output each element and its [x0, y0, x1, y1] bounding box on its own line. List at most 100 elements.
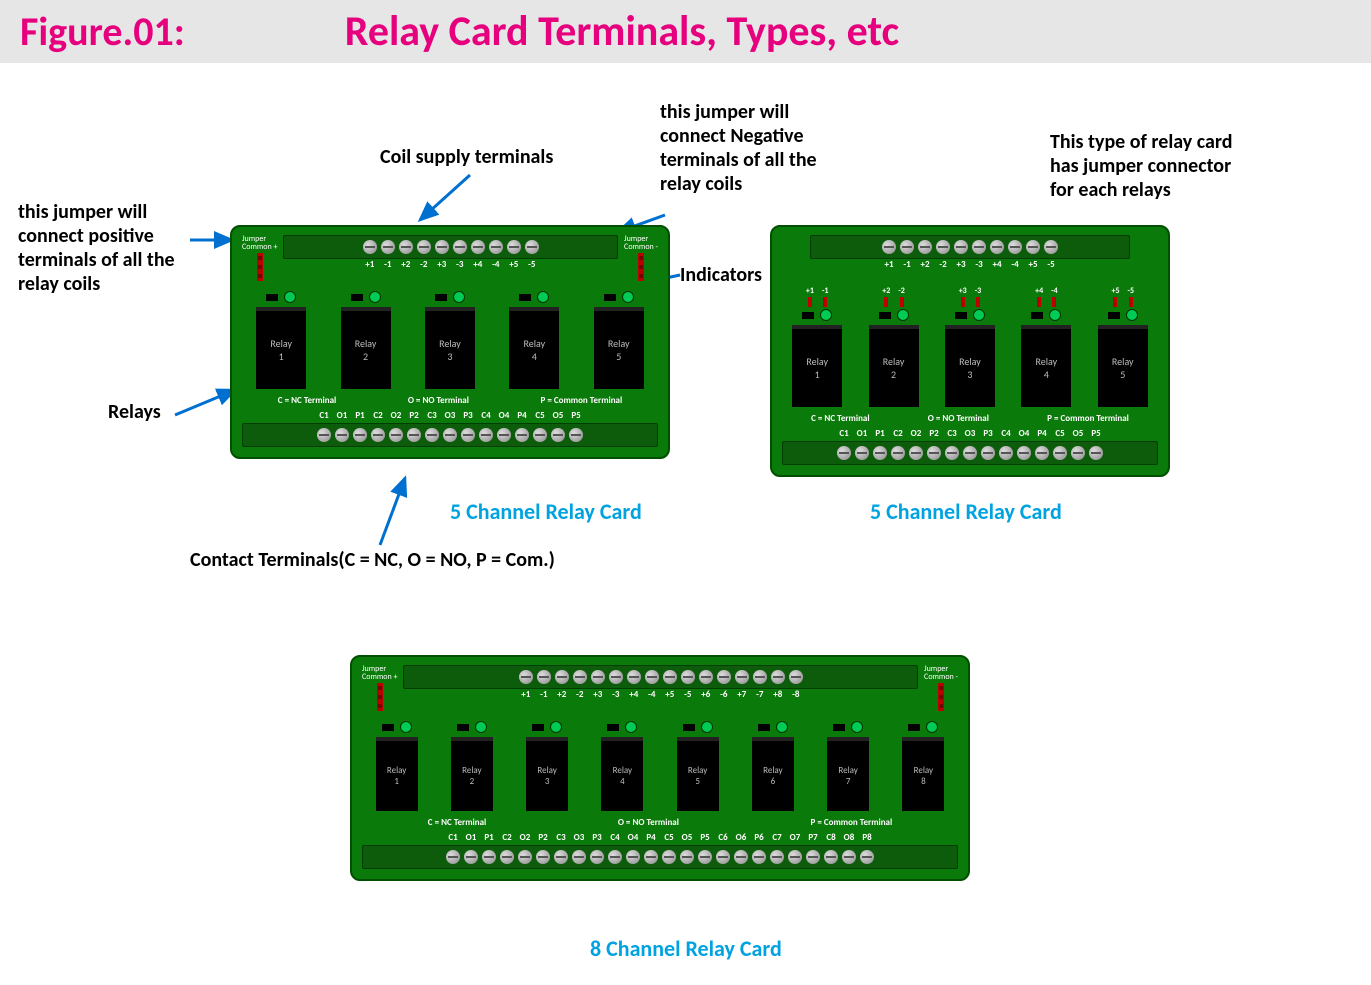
jumper-common-minus: Jumper Common - — [924, 665, 958, 711]
screw-terminal — [717, 670, 731, 684]
terminal-label: C5 — [1053, 428, 1067, 439]
screw-terminal — [1044, 240, 1058, 254]
screw-terminal — [945, 446, 959, 460]
relay-body: Relay7 — [827, 737, 869, 811]
terminal-label: -2 — [417, 259, 431, 270]
screw-terminal — [371, 428, 385, 442]
jumper-common-minus: Jumper Common - — [624, 235, 658, 281]
terminal-label: -1 — [537, 689, 551, 700]
relay-unit: +3-3Relay3 — [945, 280, 995, 407]
led-indicator — [1126, 309, 1138, 321]
arrow-coil-supply — [410, 170, 490, 230]
screw-terminal — [482, 850, 496, 864]
contact-terminal-strip — [242, 423, 658, 447]
per-relay-jumper: +3-3 — [959, 286, 982, 307]
relay-body: Relay3 — [425, 307, 475, 389]
relay-body: Relay3 — [526, 737, 568, 811]
terminal-label: +6 — [699, 689, 713, 700]
terminal-label: O1 — [464, 832, 478, 843]
screw-terminal — [533, 428, 547, 442]
annot-jumper-pos: this jumper will connect positive termin… — [18, 200, 175, 296]
terminal-label: +5 — [507, 259, 521, 270]
figure-label: Figure.01: — [20, 7, 185, 56]
screw-terminal — [609, 670, 623, 684]
coil-terminal-strip — [810, 235, 1130, 259]
screw-terminal — [699, 670, 713, 684]
relay-body: Relay1 — [792, 325, 842, 407]
contact-labels: C1O1P1C2O2P2C3O3P3C4O4P4C5O5P5 — [782, 428, 1158, 439]
relay-unit: Relay4 — [601, 721, 643, 811]
terminal-label: P3 — [590, 832, 604, 843]
terminal-label: O3 — [963, 428, 977, 439]
relay-row: Relay1Relay2Relay3Relay4Relay5 — [242, 291, 658, 389]
terminal-label: -7 — [753, 689, 767, 700]
screw-terminal — [407, 428, 421, 442]
annot-indicators: Indicators — [680, 263, 762, 287]
screw-terminal — [734, 850, 748, 864]
terminal-label: +3 — [435, 259, 449, 270]
terminal-label: -1 — [900, 259, 914, 270]
screw-terminal — [927, 446, 941, 460]
screw-terminal — [891, 446, 905, 460]
terminal-label: P2 — [407, 410, 421, 421]
screw-terminal — [627, 670, 641, 684]
coil-terminal-strip — [283, 235, 618, 259]
screw-terminal — [900, 240, 914, 254]
indicator-rect — [435, 294, 447, 301]
screw-terminal — [443, 428, 457, 442]
indicator-rect — [683, 724, 695, 731]
screw-terminal — [518, 850, 532, 864]
screw-terminal — [1026, 240, 1040, 254]
led-indicator — [400, 721, 412, 733]
title-bar: Figure.01: Relay Card Terminals, Types, … — [0, 0, 1371, 63]
terminal-label: P5 — [1089, 428, 1103, 439]
screw-terminal — [771, 670, 785, 684]
relay-unit: Relay4 — [509, 291, 559, 389]
indicator-rect — [266, 294, 278, 301]
screw-terminal — [735, 670, 749, 684]
screw-terminal — [1071, 446, 1085, 460]
screw-terminal — [954, 240, 968, 254]
screw-terminal — [963, 446, 977, 460]
screw-terminal — [789, 670, 803, 684]
relay-unit: +1-1Relay1 — [792, 280, 842, 407]
led-indicator — [701, 721, 713, 733]
terminal-label: C5 — [533, 410, 547, 421]
terminal-label: -4 — [1008, 259, 1022, 270]
terminal-label: O4 — [1017, 428, 1031, 439]
screw-terminal — [999, 446, 1013, 460]
terminal-legend: C = NC Terminal O = NO Terminal P = Comm… — [782, 413, 1158, 424]
indicator-rect — [457, 724, 469, 731]
terminal-label: O7 — [788, 832, 802, 843]
terminal-label: O2 — [389, 410, 403, 421]
relay-row: Relay1Relay2Relay3Relay4Relay5Relay6Rela… — [362, 721, 958, 811]
caption-card-b: 5 Channel Relay Card — [870, 498, 1062, 525]
screw-terminal — [1053, 446, 1067, 460]
indicator-rect — [908, 724, 920, 731]
terminal-label: C6 — [716, 832, 730, 843]
screw-terminal — [464, 850, 478, 864]
terminal-label: O1 — [855, 428, 869, 439]
coil-labels: +1-1+2-2+3-3+4-4+5-5 — [283, 259, 618, 270]
screw-terminal — [626, 850, 640, 864]
relay-unit: Relay6 — [752, 721, 794, 811]
relay-body: Relay4 — [601, 737, 643, 811]
terminal-label: O1 — [335, 410, 349, 421]
relay-body: Relay4 — [509, 307, 559, 389]
terminal-label: +2 — [918, 259, 932, 270]
terminal-label: -5 — [525, 259, 539, 270]
relay-unit: Relay5 — [677, 721, 719, 811]
terminal-label: +1 — [882, 259, 896, 270]
terminal-label: P6 — [752, 832, 766, 843]
screw-terminal — [335, 428, 349, 442]
indicator-rect — [607, 724, 619, 731]
terminal-label: C2 — [500, 832, 514, 843]
screw-terminal — [446, 850, 460, 864]
relay-body: Relay1 — [256, 307, 306, 389]
terminal-label: P1 — [482, 832, 496, 843]
indicator-rect — [879, 312, 891, 319]
led-indicator — [820, 309, 832, 321]
terminal-label: P5 — [698, 832, 712, 843]
screw-terminal — [1089, 446, 1103, 460]
screw-terminal — [806, 850, 820, 864]
